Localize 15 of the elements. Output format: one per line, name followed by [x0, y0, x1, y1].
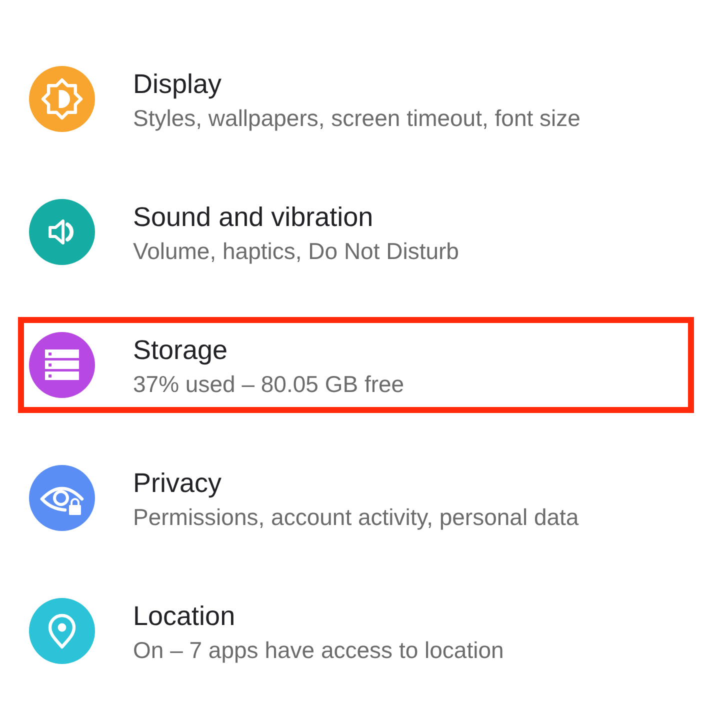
setting-summary: Volume, haptics, Do Not Disturb — [133, 236, 459, 266]
setting-title: Location — [133, 600, 236, 632]
settings-item[interactable]: Sound and vibration Volume, haptics, Do Not Disturb — [18, 184, 694, 280]
setting-summary: 37% used – 80.05 GB free — [133, 370, 404, 398]
setting-title: Display — [133, 68, 222, 101]
setting-summary: On – 7 apps have access to location — [133, 636, 504, 665]
settings-item[interactable]: Storage 37% used – 80.05 GB free — [18, 316, 694, 412]
setting-title: Privacy — [133, 466, 222, 500]
setting-title: Storage — [133, 334, 228, 367]
settings-item[interactable]: Display Styles, wallpapers, screen timeout, font size — [18, 50, 694, 146]
settings-item[interactable]: Location On – 7 apps have access to location — [18, 582, 694, 678]
setting-summary: Styles, wallpapers, screen timeout, font size — [133, 104, 580, 133]
setting-summary: Permissions, account activity, personal data — [133, 502, 579, 532]
setting-title: Sound and vibration — [133, 200, 374, 234]
settings-item[interactable]: Privacy Permissions, account activity, personal data — [18, 450, 694, 546]
